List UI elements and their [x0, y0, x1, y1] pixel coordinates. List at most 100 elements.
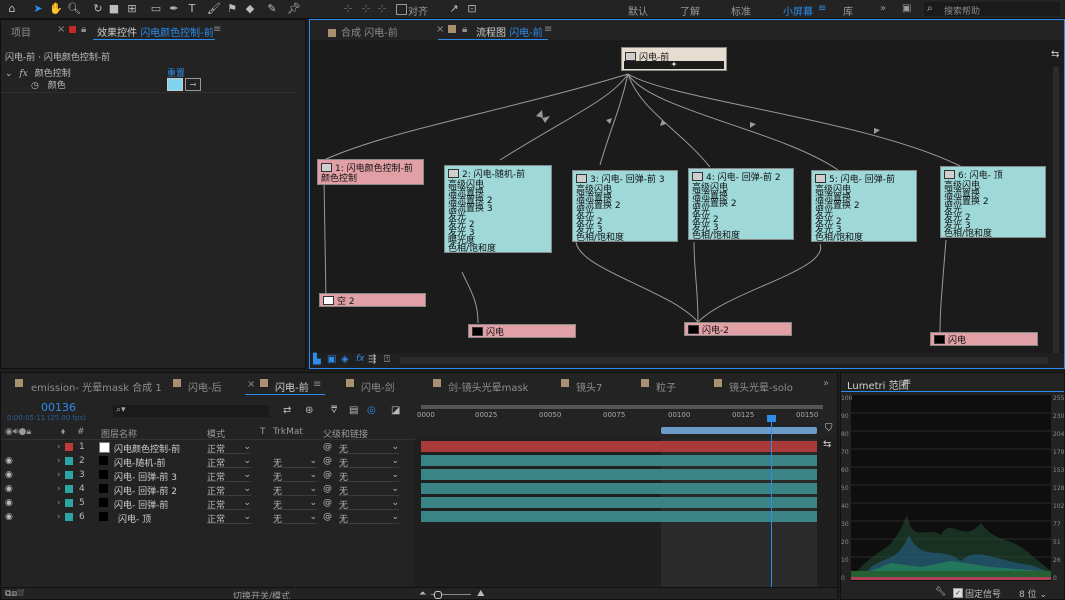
trkmat-dropdown[interactable]: 无 ⌄ [273, 498, 317, 511]
table-row[interactable]: ◉ › 4 闪电- 回弹-前 2 正常 ⌄ 无 ⌄ @ 无 ⌄ [1, 483, 415, 497]
roto-tool-icon[interactable]: ✎ [264, 2, 280, 16]
trkmat-dropdown[interactable]: 无 ⌄ [273, 484, 317, 497]
panel-menu-icon[interactable]: ≡ [213, 24, 221, 35]
flowchart-direction-icon[interactable]: ⇆ [1051, 49, 1059, 60]
work-area-bar[interactable] [421, 405, 823, 409]
fx-icon[interactable]: fx [19, 69, 27, 79]
visibility-icon[interactable]: ◉ [5, 470, 13, 480]
parent-dropdown[interactable]: 无 ⌄ [339, 512, 399, 525]
playhead-handle[interactable] [767, 415, 776, 422]
twirl-icon[interactable]: › [57, 498, 61, 508]
layer-bar-5[interactable] [421, 497, 817, 508]
panel-menu-icon[interactable]: ≡ [903, 377, 911, 388]
render-icons[interactable]: ⧉⧈⛆ [5, 589, 24, 599]
layer-node-4[interactable]: 4: 闪电- 回弹-前 2 高级闪电 湍流置换 湍流置换 2 发光 发光 2 发光… [688, 168, 794, 240]
work-area-range[interactable] [661, 427, 817, 434]
label-color[interactable] [65, 485, 73, 493]
workspace-library[interactable]: 库 [843, 3, 853, 18]
layer-node-2[interactable]: 2: 闪电-随机-前 高级闪电 湍流置换 湍流置换 2 湍流置换 3 发光 发光 … [444, 165, 552, 253]
zoom-slider-thumb[interactable] [434, 591, 442, 599]
show-solids-icon[interactable]: ▣ [327, 354, 336, 365]
trkmat-dropdown[interactable]: 无 ⌄ [273, 470, 317, 483]
flow-direction-icon[interactable]: ⍐ [384, 354, 390, 365]
flow-layout-icon[interactable]: ⇶ [368, 354, 376, 365]
lumetri-title[interactable]: Lumetri 范围 [847, 377, 909, 392]
text-tool-icon[interactable]: T [184, 2, 200, 16]
root-comp-node[interactable]: 闪电-前 ✦ [621, 47, 727, 71]
stopwatch-icon[interactable]: ◷ [31, 81, 39, 91]
trkmat-dropdown[interactable]: 无 ⌄ [273, 512, 317, 525]
workspace-default[interactable]: 默认 [628, 3, 648, 18]
layer-name[interactable]: 闪电- 顶 [118, 512, 151, 525]
twirl-icon[interactable]: › [57, 470, 61, 480]
parent-dropdown[interactable]: 无 ⌄ [339, 456, 399, 469]
timeline-tab-5[interactable]: 剑-镜头光晕mask [448, 379, 528, 394]
frame-blend-icon[interactable]: ▤ [349, 405, 358, 416]
motion-blur-icon[interactable]: ◎ [367, 405, 376, 416]
twirl-icon[interactable]: › [57, 512, 61, 522]
label-color[interactable] [65, 457, 73, 465]
layer-bar-1[interactable] [421, 441, 817, 452]
pickwhip-icon[interactable]: @ [323, 470, 332, 480]
draft-3d-icon[interactable]: ⊛ [305, 405, 313, 416]
source-node-null[interactable]: 空 2 [319, 293, 426, 307]
label-color[interactable] [65, 513, 73, 521]
layer-name[interactable]: 闪电- 回弹-前 [114, 498, 168, 511]
tab-project[interactable]: 项目 [11, 24, 31, 39]
visibility-icon[interactable]: ◉ [5, 456, 13, 466]
workspace-small-screen[interactable]: 小屏幕 [783, 3, 813, 18]
graph-editor-icon[interactable]: ◪ [391, 405, 400, 416]
eyedropper-icon[interactable]: ⊸ [185, 78, 201, 91]
source-node-lightning[interactable]: 闪电 [468, 324, 576, 338]
trkmat-dropdown[interactable]: 无 ⌄ [273, 456, 317, 469]
timeline-tab-1[interactable]: emission- 光晕mask 合成 1 [31, 379, 162, 394]
column-layer-name[interactable]: 图层名称 [101, 427, 137, 440]
timeline-tab-4[interactable]: 闪电-剑 [361, 379, 395, 394]
workspace-learn[interactable]: 了解 [680, 3, 700, 18]
layer-node-5[interactable]: 5: 闪电- 回弹-前 高级闪电 湍流置换 湍流置换 2 发光 发光 2 发光 3… [811, 170, 917, 242]
mode-dropdown[interactable]: 正常 ⌄ [207, 484, 251, 497]
show-layers-icon[interactable]: ◈ [341, 354, 349, 365]
layer-search-input[interactable]: ⌕▾ [113, 405, 269, 417]
camera-tool-icon[interactable]: ■ [106, 2, 122, 16]
pickwhip-icon[interactable]: @ [323, 484, 332, 494]
layer-name[interactable]: 闪电-随机-前 [114, 456, 166, 469]
twirl-icon[interactable]: › [57, 484, 61, 494]
layer-bar-3[interactable] [421, 469, 817, 480]
timeline-tab-2[interactable]: 闪电-后 [188, 379, 222, 394]
layer-name[interactable]: 闪电- 回弹-前 2 [114, 484, 177, 497]
label-color[interactable] [65, 471, 73, 479]
layer-bar-4[interactable] [421, 483, 817, 494]
panel-menu-icon[interactable]: ≡ [313, 379, 321, 390]
mode-dropdown[interactable]: 正常 ⌄ [207, 442, 251, 455]
expand-arrow-icon[interactable]: ⌄ [5, 69, 13, 79]
axis-local-icon[interactable]: ⊹ [340, 2, 356, 16]
twirl-icon[interactable]: › [57, 442, 61, 452]
clamp-checkbox[interactable]: ✓ [953, 588, 963, 598]
twirl-icon[interactable]: › [57, 456, 61, 466]
parent-dropdown[interactable]: 无 ⌄ [339, 442, 399, 455]
show-effects-icon[interactable]: fx [356, 354, 365, 364]
pickwhip-icon[interactable]: @ [323, 456, 332, 466]
visibility-icon[interactable]: ◉ [5, 512, 13, 522]
snap-option-icon[interactable]: ↗ [446, 2, 462, 16]
tab-overflow-icon[interactable]: » [823, 378, 829, 389]
mode-dropdown[interactable]: 正常 ⌄ [207, 456, 251, 469]
table-row[interactable]: ◉ › 3 闪电- 回弹-前 3 正常 ⌄ 无 ⌄ @ 无 ⌄ [1, 469, 415, 483]
parent-dropdown[interactable]: 无 ⌄ [339, 498, 399, 511]
snap-checkbox[interactable] [396, 4, 407, 15]
layer-node-6[interactable]: 6: 闪电- 顶高级闪电 湍流置换 湍流置换 2 发光 发光 2 发光 3 色相… [940, 166, 1046, 238]
timecode[interactable]: 00136 [41, 401, 76, 414]
anchor-tool-icon[interactable]: ⊞ [124, 2, 140, 16]
source-node-lightning-2[interactable]: 闪电-2 [684, 322, 792, 336]
axis-view-icon[interactable]: ⊹ [374, 2, 390, 16]
visibility-icon[interactable]: ◉ [5, 484, 13, 494]
sync-icon[interactable]: ▣ [902, 3, 911, 14]
layer-node-1[interactable]: 1: 闪电颜色控制-前 颜色控制 [317, 159, 424, 185]
label-color[interactable] [65, 443, 73, 451]
table-row[interactable]: ◉ › 6 闪电- 顶 正常 ⌄ 无 ⌄ @ 无 ⌄ [1, 511, 415, 525]
node-expand-icon[interactable]: ✦ [624, 61, 724, 69]
pickwhip-icon[interactable]: @ [323, 512, 332, 522]
shy-layers-icon[interactable]: ⩢ [331, 405, 337, 416]
table-row[interactable]: › 1 闪电颜色控制-前 正常 ⌄ @ 无 ⌄ [1, 441, 415, 455]
